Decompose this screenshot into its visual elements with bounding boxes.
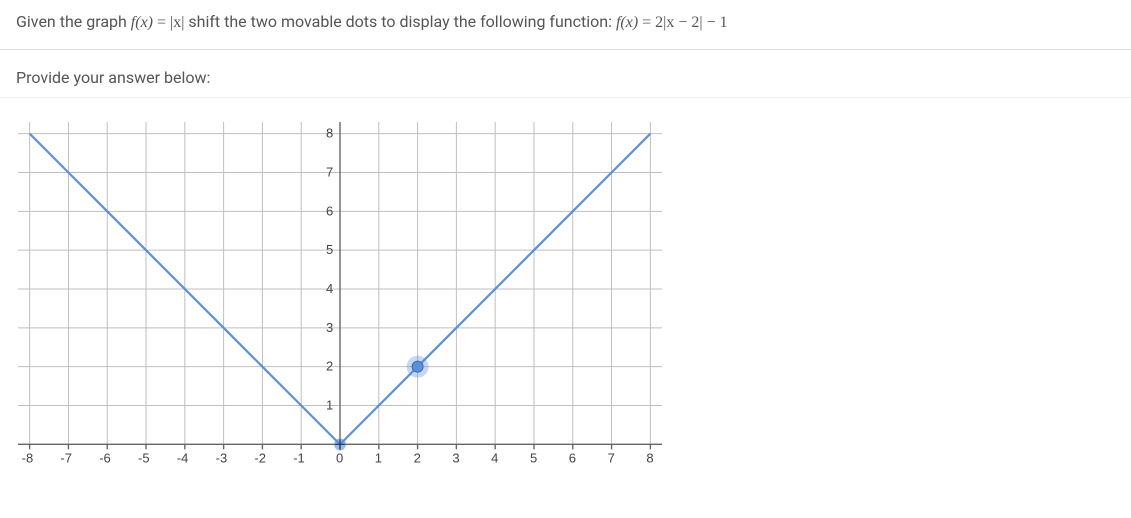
y-tick-label: 6: [326, 203, 333, 218]
x-tick-label: 0: [336, 450, 343, 465]
x-tick-label: 8: [646, 450, 653, 465]
x-tick-label: 1: [375, 450, 382, 465]
eq2-rhs: 2|x − 2| − 1: [655, 14, 727, 31]
x-tick-label: 5: [530, 450, 537, 465]
q-prefix: Given the graph: [16, 12, 131, 31]
x-tick-label: 2: [414, 450, 421, 465]
y-tick-label: 3: [326, 320, 333, 335]
eq1-eq: =: [157, 14, 170, 31]
x-tick-label: -1: [293, 450, 305, 465]
chart-area[interactable]: -8 -7 -6 -5 -4 -3 -2 -1 0 1 2 3 4 5 6 7 8 1 2 3 4 5 6 7 8: [0, 98, 1131, 478]
x-tick-label: -8: [22, 450, 34, 465]
x-tick-label: -4: [177, 450, 189, 465]
y-tick-label: 8: [326, 126, 333, 141]
eq1-lhs: f(x): [131, 14, 153, 31]
y-tick-label: 4: [326, 281, 333, 296]
answer-prompt: Provide your answer below:: [0, 50, 1131, 98]
x-tick-label: 6: [569, 450, 576, 465]
arm-dot[interactable]: [412, 361, 423, 372]
x-tick-label: 4: [491, 450, 498, 465]
question-panel: Given the graph f(x) = |x| shift the two…: [0, 0, 1131, 50]
x-tick-label: -7: [60, 450, 72, 465]
x-tick-label: -3: [216, 450, 228, 465]
graph-svg[interactable]: -8 -7 -6 -5 -4 -3 -2 -1 0 1 2 3 4 5 6 7 8 1 2 3 4 5 6 7 8: [10, 118, 670, 478]
eq1-rhs: |x|: [170, 14, 184, 31]
y-tick-label: 5: [326, 242, 333, 257]
x-tick-label: 7: [608, 450, 615, 465]
x-tick-label: 3: [452, 450, 459, 465]
x-tick-label: -2: [254, 450, 266, 465]
y-tick-label: 7: [326, 164, 333, 179]
question-text: Given the graph f(x) = |x| shift the two…: [16, 10, 1115, 35]
eq2-eq: =: [642, 14, 655, 31]
q-middle: shift the two movable dots to display th…: [188, 12, 616, 31]
x-tick-label: -5: [138, 450, 150, 465]
y-tick-label: 1: [326, 398, 333, 413]
y-tick-label: 2: [326, 359, 333, 374]
x-tick-label: -6: [99, 450, 111, 465]
eq2-lhs: f(x): [616, 14, 638, 31]
